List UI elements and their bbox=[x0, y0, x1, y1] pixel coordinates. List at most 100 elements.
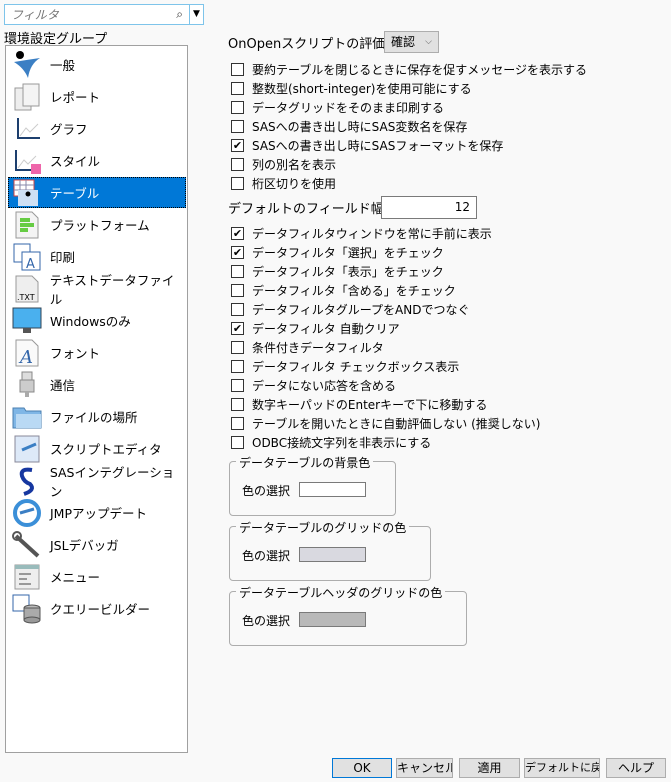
checkbox-label: データフィルタ「選択」をチェック bbox=[252, 245, 444, 260]
group-item-14[interactable]: JMPアップデート bbox=[8, 497, 186, 528]
checkbox-option[interactable]: ✔ データフィルタウィンドウを常に手前に表示 bbox=[231, 225, 492, 241]
color-group-title: データテーブルのグリッドの色 bbox=[236, 519, 410, 536]
checkbox-option[interactable]: データフィルタ「表示」をチェック bbox=[231, 263, 444, 279]
filter-input-box[interactable]: ⌕ bbox=[4, 4, 190, 25]
group-item-2[interactable]: グラフ bbox=[8, 113, 186, 144]
checkbox-option[interactable]: ✔ SASへの書き出し時にSASフォーマットを保存 bbox=[231, 137, 503, 153]
checkbox-option[interactable]: 整数型(short-integer)を使用可能にする bbox=[231, 80, 472, 96]
help-button[interactable]: ヘルプ bbox=[606, 758, 666, 778]
checkbox[interactable] bbox=[231, 302, 244, 316]
group-item-label: グラフ bbox=[50, 122, 88, 137]
group-item-label: レポート bbox=[50, 90, 101, 105]
chevron-down-icon: ⌵ bbox=[425, 37, 432, 47]
checkbox[interactable] bbox=[231, 119, 244, 133]
apply-button[interactable]: 適用 bbox=[459, 758, 520, 778]
group-item-label: メニュー bbox=[50, 570, 101, 585]
search-icon[interactable]: ⌕ bbox=[176, 7, 183, 22]
checkbox[interactable]: ✔ bbox=[231, 321, 244, 335]
checkbox-option[interactable]: データグリッドをそのまま印刷する bbox=[231, 99, 444, 115]
checkbox-option[interactable]: 条件付きデータフィルタ bbox=[231, 339, 384, 355]
checkbox-option[interactable]: 要約テーブルを閉じるときに保存を促すメッセージを表示する bbox=[231, 61, 587, 77]
group-item-12[interactable]: スクリプトエディタ bbox=[8, 433, 186, 464]
checkbox-label: データフィルタウィンドウを常に手前に表示 bbox=[252, 226, 492, 241]
group-item-label: クエリービルダー bbox=[50, 602, 151, 617]
checkbox-option[interactable]: 桁区切りを使用 bbox=[231, 176, 336, 192]
folder-icon bbox=[11, 402, 43, 432]
checkbox-label: SASへの書き出し時にSASフォーマットを保存 bbox=[252, 138, 504, 153]
group-item-0[interactable]: 一般 bbox=[8, 49, 186, 80]
checkbox[interactable] bbox=[231, 158, 244, 171]
group-item-17[interactable]: クエリービルダー bbox=[8, 593, 186, 624]
color-swatch[interactable] bbox=[299, 482, 366, 497]
color-select-label: 色の選択 bbox=[242, 614, 291, 628]
group-item-7[interactable]: .TXT テキストデータファイル bbox=[8, 273, 186, 307]
checkbox[interactable] bbox=[231, 435, 244, 449]
checkbox-option[interactable]: 列の別名を表示 bbox=[231, 157, 336, 173]
checkbox-option[interactable]: データにない応答を含める bbox=[231, 377, 396, 393]
checkbox-option[interactable]: テーブルを開いたときに自動評価しない (推奨しない) bbox=[231, 415, 540, 431]
sas-icon bbox=[11, 466, 43, 496]
group-item-4[interactable]: テーブル bbox=[8, 177, 186, 208]
checkbox[interactable] bbox=[231, 100, 244, 114]
checkbox[interactable]: ✔ bbox=[231, 226, 244, 240]
checkbox-option[interactable]: ODBC接続文字列を非表示にする bbox=[231, 434, 431, 450]
checkbox-label: SASへの書き出し時にSAS変数名を保存 bbox=[252, 119, 468, 134]
group-item-label: スクリプトエディタ bbox=[50, 442, 162, 457]
group-item-6[interactable]: A 印刷 bbox=[8, 241, 186, 272]
preference-group-list[interactable]: 一般レポートグラフスタイル テーブル プラットフォーム A 印刷 .TXT テキストデータフ… bbox=[5, 45, 188, 753]
print-icon: A bbox=[11, 242, 43, 272]
checkbox[interactable] bbox=[231, 283, 244, 297]
svg-text:.TXT: .TXT bbox=[17, 293, 35, 302]
checkbox-option[interactable]: ✔ データフィルタ「選択」をチェック bbox=[231, 244, 444, 260]
cancel-button[interactable]: キャンセル bbox=[396, 758, 453, 778]
group-item-5[interactable]: プラットフォーム bbox=[8, 209, 186, 240]
font-icon: A bbox=[11, 338, 43, 368]
checkbox-option[interactable]: データフィルタグループをANDでつなぐ bbox=[231, 301, 469, 317]
checkbox[interactable]: ✔ bbox=[231, 138, 244, 152]
checkbox[interactable] bbox=[231, 359, 244, 373]
checkbox-option[interactable]: データフィルタ チェックボックス表示 bbox=[231, 358, 459, 374]
color-swatch[interactable] bbox=[299, 547, 366, 562]
group-item-16[interactable]: メニュー bbox=[8, 561, 186, 592]
group-item-label: ファイルの場所 bbox=[50, 410, 138, 425]
checkbox[interactable] bbox=[231, 264, 244, 278]
group-item-10[interactable]: 通信 bbox=[8, 369, 186, 400]
update-icon bbox=[11, 498, 43, 528]
checkbox-option[interactable]: データフィルタ「含める」をチェック bbox=[231, 282, 456, 298]
color-swatch[interactable] bbox=[299, 612, 366, 627]
filter-dropdown-button[interactable]: ▼ bbox=[190, 4, 204, 25]
filter-input[interactable] bbox=[5, 5, 165, 24]
checkbox[interactable] bbox=[231, 416, 244, 430]
menu-icon bbox=[11, 562, 43, 592]
group-item-15[interactable]: JSLデバッガ bbox=[8, 529, 186, 560]
checkbox[interactable] bbox=[231, 397, 244, 411]
onopen-value: 確認 bbox=[391, 35, 416, 49]
group-item-label: テキストデータファイル bbox=[49, 272, 175, 307]
group-item-9[interactable]: A フォント bbox=[8, 337, 186, 368]
checkbox-label: データにない応答を含める bbox=[252, 378, 397, 393]
reset-defaults-button[interactable]: デフォルトに戻す bbox=[524, 758, 600, 778]
group-item-13[interactable]: SASインテグレーション bbox=[8, 465, 186, 499]
group-item-11[interactable]: ファイルの場所 bbox=[8, 401, 186, 432]
checkbox-option[interactable]: ✔ データフィルタ 自動クリア bbox=[231, 320, 400, 336]
checkbox[interactable] bbox=[231, 81, 244, 95]
color-select-label: 色の選択 bbox=[242, 549, 291, 563]
group-item-3[interactable]: スタイル bbox=[8, 145, 186, 176]
wrench-icon bbox=[11, 530, 43, 560]
graph-style-icon bbox=[11, 146, 43, 176]
chevron-down-icon: ▼ bbox=[193, 9, 200, 19]
group-item-8[interactable]: Windowsのみ bbox=[8, 305, 186, 336]
checkbox[interactable] bbox=[231, 62, 244, 76]
onopen-dropdown[interactable]: 確認 ⌵ bbox=[384, 31, 439, 53]
checkbox-label: データフィルタ 自動クリア bbox=[252, 321, 400, 336]
checkbox[interactable] bbox=[231, 378, 244, 392]
checkbox-option[interactable]: 数字キーパッドのEnterキーで下に移動する bbox=[231, 396, 487, 412]
checkbox[interactable]: ✔ bbox=[231, 245, 244, 259]
field-width-input[interactable]: 12 bbox=[381, 196, 477, 219]
checkbox[interactable] bbox=[231, 340, 244, 354]
checkbox-option[interactable]: SASへの書き出し時にSAS変数名を保存 bbox=[231, 118, 467, 134]
color-select-label: 色の選択 bbox=[242, 484, 291, 498]
ok-button[interactable]: OK bbox=[332, 758, 392, 778]
group-item-1[interactable]: レポート bbox=[8, 81, 186, 112]
checkbox[interactable] bbox=[231, 177, 244, 191]
